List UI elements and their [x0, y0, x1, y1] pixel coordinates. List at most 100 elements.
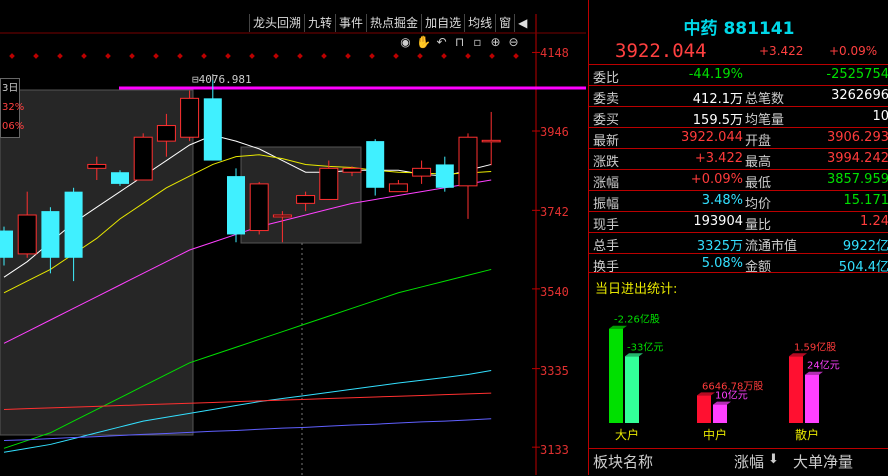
quote-value: +0.09%	[690, 172, 743, 187]
quote-value: +3.422	[694, 151, 743, 166]
toolbar-jiuzhuan[interactable]: 九转	[304, 14, 335, 32]
flow-label-amount: -33亿元	[627, 340, 663, 353]
flow-bar-shares	[789, 356, 803, 423]
minimize-icon[interactable]: ▫	[470, 35, 485, 49]
toolbar-moving-average[interactable]: 均线	[464, 14, 495, 32]
quote-label: 均价	[745, 197, 772, 212]
zoom-out-icon[interactable]: ⊖	[506, 35, 521, 49]
candle-body	[296, 195, 316, 204]
quote-label: 现手	[593, 218, 620, 233]
quote-value: 3325万	[696, 239, 743, 254]
dotted-marker	[177, 53, 183, 59]
candle-body	[87, 163, 107, 169]
big-order-net-header[interactable]: 大单净量	[793, 451, 853, 472]
change-pct-header[interactable]: 涨幅	[734, 451, 764, 472]
dotted-marker	[369, 53, 375, 59]
dotted-marker	[201, 53, 207, 59]
high-price-label: ⊟4076.981	[192, 73, 252, 86]
high-price-marker-icon: ⊟	[192, 73, 199, 86]
candle-body	[133, 136, 153, 181]
collapse-arrow-icon[interactable]: ◀	[514, 14, 530, 32]
dotted-marker	[9, 53, 15, 59]
quote-label: 涨跌	[593, 155, 620, 170]
quote-value: -44.19%	[688, 67, 743, 82]
toolbar-window[interactable]: 窗	[495, 14, 514, 32]
flow-bar-shares	[697, 395, 711, 423]
quote-label: 委买	[593, 113, 620, 128]
price-change: +3.422	[759, 44, 804, 58]
quote-label: 量比	[745, 218, 772, 233]
quote-value: 193904	[693, 214, 743, 229]
y-axis-label: 4148	[540, 46, 569, 60]
quote-label: 总手	[593, 239, 620, 254]
quote-panel: 中药 881141 3922.044 +3.422 +0.09% 委比 -44.1…	[588, 0, 888, 475]
quote-label: 委比	[593, 71, 620, 86]
candle-body	[0, 230, 13, 258]
flow-bar-shares	[609, 328, 623, 423]
candle-body	[366, 141, 385, 188]
toolbar-longtou-huisu[interactable]: 龙头回溯	[249, 14, 304, 32]
quote-header: 3922.044 +3.422 +0.09%	[589, 38, 888, 62]
dotted-marker	[321, 53, 327, 59]
sector-table-header: 板块名称 涨幅 ⬇ 大单净量	[589, 448, 888, 476]
price-change-pct: +0.09%	[829, 44, 878, 58]
quote-value: 3994.242	[826, 151, 888, 166]
flow-label-shares: -2.26亿股	[614, 313, 660, 326]
dotted-marker	[345, 53, 351, 59]
popup-line: 06%	[2, 121, 25, 132]
flow-section: 当日进出统计: -2.26亿股 -33亿元 大户 6646.78万股 10亿元 中户 1.5…	[589, 272, 888, 449]
dotted-marker	[393, 53, 399, 59]
dotted-marker	[105, 53, 111, 59]
dotted-marker	[153, 53, 159, 59]
flow-bar-top	[713, 401, 731, 405]
quote-row: 最新 3922.044 开盘 3906.293	[589, 127, 888, 149]
stock-title: 中药 881141	[683, 19, 795, 39]
flow-group-label: 中户	[703, 427, 727, 442]
candle-body	[388, 183, 408, 193]
flow-group-label: 散户	[795, 427, 819, 442]
quote-label: 最新	[593, 134, 620, 149]
quote-value: 3857.959	[826, 172, 888, 187]
y-axis-label: 3133	[540, 443, 569, 457]
quote-row: 委比 -44.19% -2525754	[589, 64, 888, 86]
dotted-marker	[273, 53, 279, 59]
dotted-marker	[81, 53, 87, 59]
y-axis-label: 3946	[540, 125, 569, 139]
lock-icon[interactable]: ⊓	[452, 35, 467, 49]
candle-body	[319, 167, 339, 200]
kline-canvas[interactable]	[0, 0, 586, 475]
undo-icon[interactable]: ↶	[434, 35, 449, 49]
quote-row: 委卖 412.1万 总笔数 3262696	[589, 85, 888, 107]
toolbar-shijian[interactable]: 事件	[335, 14, 366, 32]
kline-chart[interactable]: 3日 32% 06% 龙头回溯 九转 事件 热点掘金 加自选 均线 窗 ◀ ◉ …	[0, 0, 586, 475]
toolbar-redian-juejin[interactable]: 热点掘金	[366, 14, 421, 32]
quote-label: 开盘	[745, 134, 772, 149]
quote-row: 振幅 3.48% 均价 15.171	[589, 190, 888, 212]
flow-bar-top	[789, 353, 807, 357]
quote-value: 10	[872, 109, 888, 124]
candle-body	[156, 125, 176, 142]
zoom-in-icon[interactable]: ⊕	[488, 35, 503, 49]
chart-tool-icons: ◉ ✋ ↶ ⊓ ▫ ⊕ ⊖	[398, 35, 521, 49]
y-axis-label: 3742	[540, 205, 569, 219]
toolbar-add-watchlist[interactable]: 加自选	[421, 14, 464, 32]
quote-value: 3922.044	[680, 130, 743, 145]
quote-value: 159.5万	[692, 113, 743, 128]
dotted-marker	[249, 53, 255, 59]
candle-body	[227, 176, 245, 235]
eye-icon[interactable]: ◉	[398, 35, 413, 49]
y-axis-label: 3540	[540, 285, 569, 299]
quote-row: 委买 159.5万 均笔量 10	[589, 106, 888, 128]
quote-value: 412.1万	[692, 92, 743, 107]
sector-name-header[interactable]: 板块名称	[593, 451, 653, 472]
candle-body	[458, 136, 478, 187]
candle-body	[435, 164, 454, 188]
flow-bar-top	[697, 392, 715, 396]
quote-value: -2525754	[826, 67, 888, 82]
quote-label: 振幅	[593, 197, 620, 212]
sort-down-icon[interactable]: ⬇	[768, 452, 779, 467]
y-axis-label: 3335	[540, 364, 569, 378]
dotted-marker	[225, 53, 231, 59]
hand-icon[interactable]: ✋	[416, 35, 431, 49]
dotted-marker	[129, 53, 135, 59]
